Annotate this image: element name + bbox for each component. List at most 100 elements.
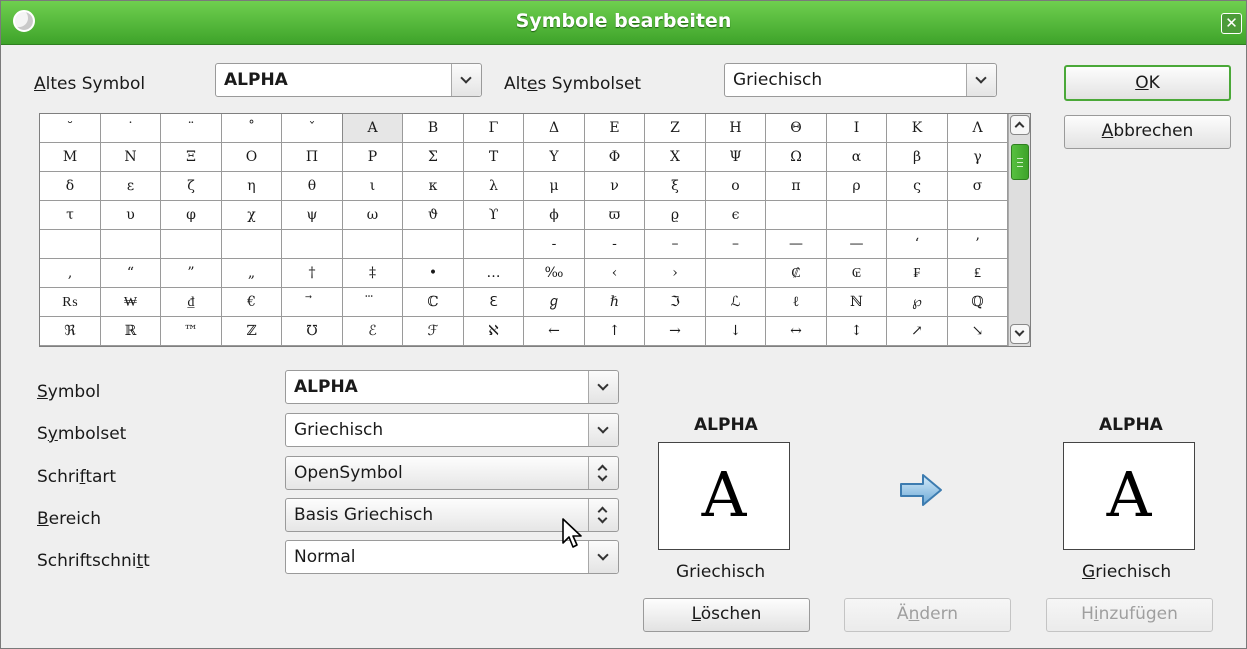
symbol-cell[interactable]: μ	[524, 172, 585, 201]
cancel-button[interactable]: Abbrechen	[1064, 115, 1231, 149]
symbol-cell[interactable]: θ	[282, 172, 343, 201]
symbol-cell[interactable]: Λ	[948, 114, 1008, 143]
symbol-cell[interactable]: ↗	[887, 317, 948, 346]
symbol-cell[interactable]	[403, 230, 464, 259]
scrollbar-thumb[interactable]	[1011, 144, 1029, 180]
symbol-cell[interactable]	[766, 201, 827, 230]
add-button[interactable]: Hinzufügen	[1046, 598, 1213, 632]
symbol-cell[interactable]: ν	[585, 172, 645, 201]
symbol-cell[interactable]: ˘	[40, 114, 101, 143]
symbol-cell[interactable]: δ	[40, 172, 101, 201]
symbol-cell[interactable]: ↕	[827, 317, 887, 346]
style-dropdown-button[interactable]	[588, 541, 618, 573]
symbol-cell[interactable]: •	[403, 259, 464, 288]
symbol-cell[interactable]: ₫	[161, 288, 222, 317]
symbol-cell[interactable]: ˙	[101, 114, 161, 143]
font-select[interactable]: OpenSymbol	[285, 456, 619, 490]
symbol-cell[interactable]: ϑ	[403, 201, 464, 230]
symbol-cell[interactable]	[887, 201, 948, 230]
symbol-cell[interactable]: ϖ	[585, 201, 645, 230]
symbol-cell[interactable]	[827, 201, 887, 230]
symbol-cell[interactable]: ℊ	[524, 288, 585, 317]
symbol-cell[interactable]: O	[222, 143, 282, 172]
symbol-cell[interactable]: ˚	[222, 114, 282, 143]
symbol-cell[interactable]: ℑ	[645, 288, 706, 317]
symbol-cell[interactable]: ←	[524, 317, 585, 346]
symbol-cell[interactable]	[948, 201, 1008, 230]
scroll-up-button[interactable]	[1010, 115, 1030, 135]
symbol-cell[interactable]: α	[827, 143, 887, 172]
symbol-cell[interactable]: ↘	[948, 317, 1008, 346]
symbol-cell[interactable]: ₩	[101, 288, 161, 317]
symbol-cell[interactable]: N	[101, 143, 161, 172]
symbol-cell[interactable]: ₤	[948, 259, 1008, 288]
symbol-cell[interactable]	[101, 230, 161, 259]
symbol-cell[interactable]: φ	[161, 201, 222, 230]
symbol-cell[interactable]: η	[222, 172, 282, 201]
symbol-cell[interactable]: Δ	[524, 114, 585, 143]
symbol-cell[interactable]: X	[645, 143, 706, 172]
symbol-cell[interactable]: ε	[101, 172, 161, 201]
symbol-cell[interactable]: ℏ	[585, 288, 645, 317]
symbol-cell[interactable]: ’	[948, 230, 1008, 259]
delete-button[interactable]: Löschen	[643, 598, 810, 632]
symbol-cell[interactable]: ₢	[827, 259, 887, 288]
symbol-cell[interactable]	[282, 230, 343, 259]
symbol-cell[interactable]: ℒ	[706, 288, 766, 317]
modify-button[interactable]: Ändern	[844, 598, 1011, 632]
symbol-cell[interactable]: ℘	[887, 288, 948, 317]
symbol-cell[interactable]: ¨	[161, 114, 222, 143]
symbol-cell[interactable]: Y	[524, 143, 585, 172]
ok-button[interactable]: OK	[1064, 65, 1231, 101]
symbol-cell[interactable]: ⃗	[282, 288, 343, 317]
symbol-cell[interactable]: ς	[887, 172, 948, 201]
symbol-cell[interactable]: ‐	[524, 230, 585, 259]
symbol-cell[interactable]: ⃛	[343, 288, 403, 317]
symbol-cell[interactable]: ℚ	[948, 288, 1008, 317]
symbol-cell[interactable]: ↔	[766, 317, 827, 346]
symbol-cell[interactable]: ™	[161, 317, 222, 346]
symbol-cell[interactable]	[706, 259, 766, 288]
symbol-cell[interactable]: Ξ	[161, 143, 222, 172]
symbol-cell[interactable]	[161, 230, 222, 259]
symbol-cell[interactable]: E	[585, 114, 645, 143]
symbol-cell[interactable]: τ	[40, 201, 101, 230]
symbol-cell[interactable]: π	[766, 172, 827, 201]
symbol-cell[interactable]: χ	[222, 201, 282, 230]
symbol-cell[interactable]: ι	[343, 172, 403, 201]
symbol-cell[interactable]: Ψ	[706, 143, 766, 172]
old-symbol-combo[interactable]: ALPHA	[215, 63, 482, 97]
symbol-cell[interactable]: Ω	[766, 143, 827, 172]
close-icon[interactable]: ✕	[1221, 13, 1242, 34]
scroll-down-button[interactable]	[1010, 324, 1030, 344]
symbol-cell[interactable]: ‰	[524, 259, 585, 288]
symbol-cell[interactable]: “	[101, 259, 161, 288]
symbol-dropdown-button[interactable]	[588, 371, 618, 403]
symbol-cell[interactable]: ‚	[40, 259, 101, 288]
symbol-cell[interactable]: ϒ	[464, 201, 524, 230]
symbol-cell[interactable]: ”	[161, 259, 222, 288]
symbol-cell[interactable]	[40, 230, 101, 259]
font-spin-button[interactable]	[588, 457, 618, 489]
symbol-cell[interactable]: κ	[403, 172, 464, 201]
symbol-cell[interactable]: ϱ	[645, 201, 706, 230]
range-spin-button[interactable]	[588, 499, 618, 531]
symbol-cell[interactable]: ℝ	[101, 317, 161, 346]
old-symbolset-combo[interactable]: Griechisch	[724, 63, 997, 97]
symbol-cell[interactable]: ›	[645, 259, 706, 288]
symbol-cell[interactable]: Σ	[403, 143, 464, 172]
symbol-cell[interactable]: γ	[948, 143, 1008, 172]
symbol-cell[interactable]	[464, 230, 524, 259]
symbol-cell[interactable]: λ	[464, 172, 524, 201]
symbol-cell[interactable]: ο	[706, 172, 766, 201]
symbol-cell[interactable]: €	[222, 288, 282, 317]
symbol-combo[interactable]: ALPHA	[285, 370, 619, 404]
symbol-cell[interactable]: ‹	[585, 259, 645, 288]
symbol-cell[interactable]: ℂ	[403, 288, 464, 317]
symbol-cell[interactable]: Z	[645, 114, 706, 143]
symbol-cell[interactable]: Γ	[464, 114, 524, 143]
symbol-cell[interactable]: ℕ	[827, 288, 887, 317]
symbol-cell[interactable]: I	[827, 114, 887, 143]
old-symbolset-dropdown-button[interactable]	[966, 64, 996, 96]
symbol-cell[interactable]: ℵ	[464, 317, 524, 346]
